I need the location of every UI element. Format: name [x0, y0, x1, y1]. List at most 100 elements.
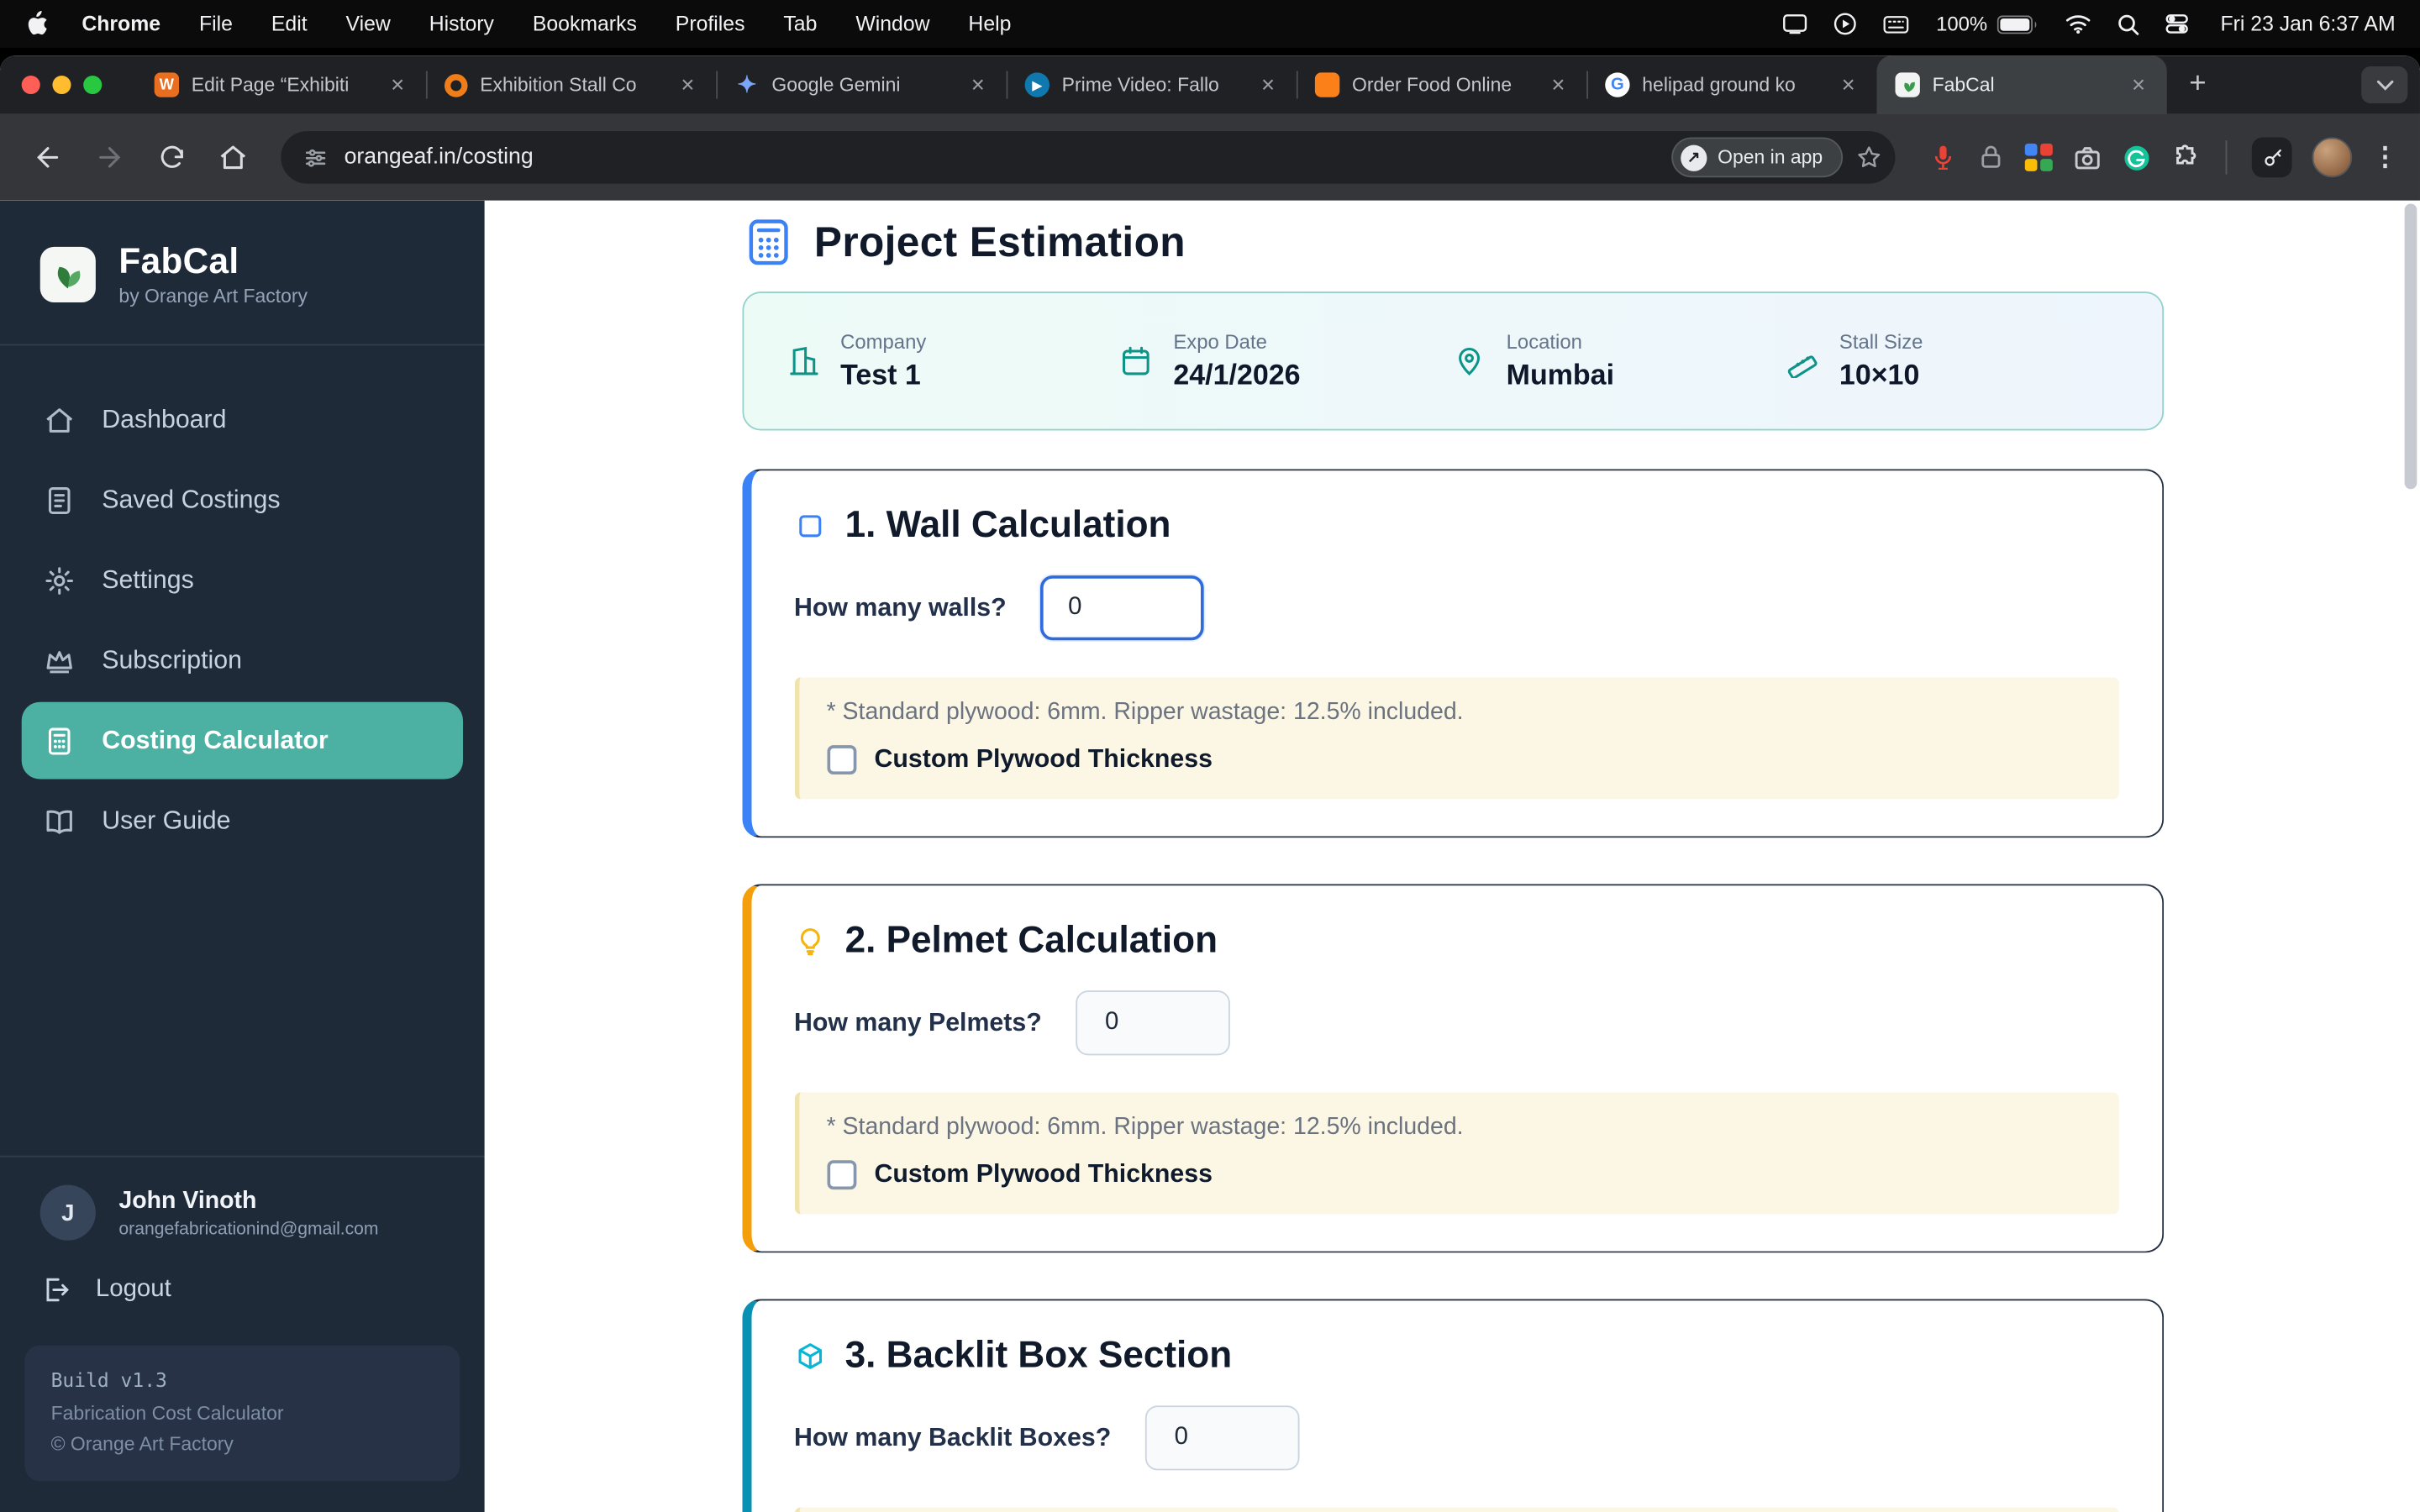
extension-icons: ⋮ [1929, 137, 2398, 178]
open-in-app-label: Open in app [1718, 146, 1823, 169]
custom-thickness-checkbox[interactable] [826, 1160, 856, 1190]
menu-file[interactable]: File [199, 13, 233, 36]
question-row: How many Backlit Boxes? [793, 1405, 2118, 1471]
summary-company: Company Test 1 [786, 330, 1119, 391]
address-bar[interactable]: orangeaf.in/costing ↗ Open in app [281, 131, 1896, 184]
camera-icon[interactable] [2073, 143, 2102, 172]
menu-profiles[interactable]: Profiles [676, 13, 745, 36]
forward-button[interactable] [83, 131, 135, 183]
gemini-icon: ✦ [737, 72, 757, 99]
bookmark-star-icon[interactable] [1855, 144, 1883, 171]
url-text[interactable]: orangeaf.in/costing [345, 145, 1671, 170]
spotlight-search-icon[interactable] [2117, 13, 2139, 35]
map-pin-icon [1459, 348, 1481, 376]
scrollbar-thumb[interactable] [2404, 203, 2417, 490]
battery-indicator[interactable]: 100% [1936, 13, 2039, 35]
build-copyright: © Orange Art Factory [50, 1434, 234, 1456]
summary-value: 10×10 [1839, 358, 1920, 391]
user-avatar: J [39, 1184, 96, 1241]
tab-google-gemini[interactable]: ✦ Google Gemini × [716, 55, 1006, 114]
sidebar-item-costing-calculator[interactable]: Costing Calculator [21, 701, 464, 780]
sidebar-item-dashboard[interactable]: Dashboard [0, 380, 485, 460]
page-title-row: Project Estimation [742, 216, 2164, 268]
menu-edit[interactable]: Edit [271, 13, 308, 36]
tab-edit-page[interactable]: W Edit Page “Exhibiti × [136, 55, 426, 114]
menu-chrome[interactable]: Chrome [82, 13, 160, 36]
tab-close-icon[interactable]: × [1255, 71, 1281, 100]
build-product: Fabrication Cost Calculator [50, 1402, 284, 1424]
tab-close-icon[interactable]: × [1835, 71, 1861, 100]
mic-icon[interactable] [1929, 144, 1957, 171]
menubar-clock[interactable]: Fri 23 Jan 6:37 AM [2220, 13, 2395, 36]
menu-history[interactable]: History [429, 13, 494, 36]
wifi-icon[interactable] [2065, 14, 2091, 34]
password-manager-icon[interactable] [2251, 137, 2292, 178]
keyboard-icon[interactable] [1884, 14, 1910, 33]
tab-search-button[interactable] [2361, 66, 2408, 104]
reload-button[interactable] [145, 131, 197, 183]
tab-label: Order Food Online [1351, 74, 1512, 96]
question-label: How many walls? [793, 593, 1007, 622]
lock-icon[interactable] [1977, 144, 2005, 171]
close-window-button[interactable] [21, 75, 40, 95]
screen-mirror-icon[interactable] [1783, 14, 1807, 34]
tab-close-icon[interactable]: × [1545, 71, 1571, 100]
menu-bookmarks[interactable]: Bookmarks [533, 13, 637, 36]
ruler-icon [1787, 355, 1818, 378]
site-settings-icon[interactable] [302, 144, 329, 171]
pelmets-count-input[interactable] [1076, 990, 1230, 1056]
extensions-puzzle-icon[interactable] [2171, 143, 2201, 172]
walls-count-input[interactable] [1040, 575, 1204, 641]
page-scrollbar[interactable] [2402, 203, 2417, 1509]
tab-fabcal[interactable]: FabCal × [1876, 55, 2167, 114]
grid-icon[interactable] [2024, 143, 2053, 171]
gear-icon [45, 566, 74, 594]
logout-button[interactable]: Logout [0, 1250, 485, 1331]
sidebar-item-label: Subscription [102, 645, 243, 674]
summary-expo-date: Expo Date 24/1/2026 [1119, 330, 1452, 391]
more-menu-icon[interactable]: ⋮ [2372, 142, 2398, 173]
sidebar-item-settings[interactable]: Settings [0, 540, 485, 621]
orange-ring-icon [444, 73, 468, 97]
backlit-boxes-count-input[interactable] [1144, 1405, 1300, 1471]
tab-close-icon[interactable]: × [2126, 71, 2152, 100]
summary-label: Stall Size [1839, 330, 1923, 354]
menu-tab[interactable]: Tab [783, 13, 817, 36]
zoom-window-button[interactable] [83, 75, 103, 95]
tabs: W Edit Page “Exhibiti × Exhibition Stall… [136, 55, 2167, 114]
checkbox-label: Custom Plywood Thickness [874, 1160, 1213, 1189]
tab-exhibition-stall[interactable]: Exhibition Stall Co × [425, 55, 716, 114]
menu-view[interactable]: View [346, 13, 391, 36]
profile-avatar[interactable] [2312, 137, 2353, 178]
prime-video-icon: ▶ [1024, 72, 1050, 97]
sidebar-item-saved-costings[interactable]: Saved Costings [0, 459, 485, 540]
open-in-app-chip[interactable]: ↗ Open in app [1670, 137, 1844, 178]
sidebar-item-subscription[interactable]: Subscription [0, 620, 485, 701]
question-label: How many Backlit Boxes? [793, 1423, 1112, 1452]
building-icon [789, 346, 818, 375]
tab-close-icon[interactable]: × [965, 71, 991, 100]
menu-window[interactable]: Window [855, 13, 929, 36]
sidebar-item-user-guide[interactable]: User Guide [0, 780, 485, 861]
fabcal-icon [1895, 72, 1920, 97]
tab-prime-video[interactable]: ▶ Prime Video: Fallo × [1006, 55, 1297, 114]
user-profile[interactable]: J John Vinoth orangefabricationind@gmail… [0, 1158, 485, 1250]
tab-close-icon[interactable]: × [385, 71, 411, 100]
new-tab-button[interactable]: + [2176, 63, 2219, 106]
logout-icon [46, 1278, 69, 1302]
control-center-icon[interactable] [2165, 13, 2188, 36]
home-button[interactable] [207, 131, 259, 183]
back-button[interactable] [22, 131, 74, 183]
minimize-window-button[interactable] [52, 75, 71, 95]
note-text: * Standard plywood: 6mm. Ripper wastage:… [826, 1114, 1464, 1141]
apple-icon[interactable] [24, 10, 48, 37]
menu-help[interactable]: Help [968, 13, 1011, 36]
tab-order-food[interactable]: Order Food Online × [1296, 55, 1586, 114]
custom-thickness-checkbox[interactable] [826, 745, 856, 775]
wordpress-icon: W [154, 72, 180, 97]
fabcal-logo-icon [39, 245, 96, 302]
media-play-icon[interactable] [1834, 13, 1858, 36]
tab-close-icon[interactable]: × [675, 71, 701, 100]
tab-helipad[interactable]: G helipad ground ko × [1586, 55, 1876, 114]
grammarly-icon[interactable] [2123, 143, 2152, 172]
